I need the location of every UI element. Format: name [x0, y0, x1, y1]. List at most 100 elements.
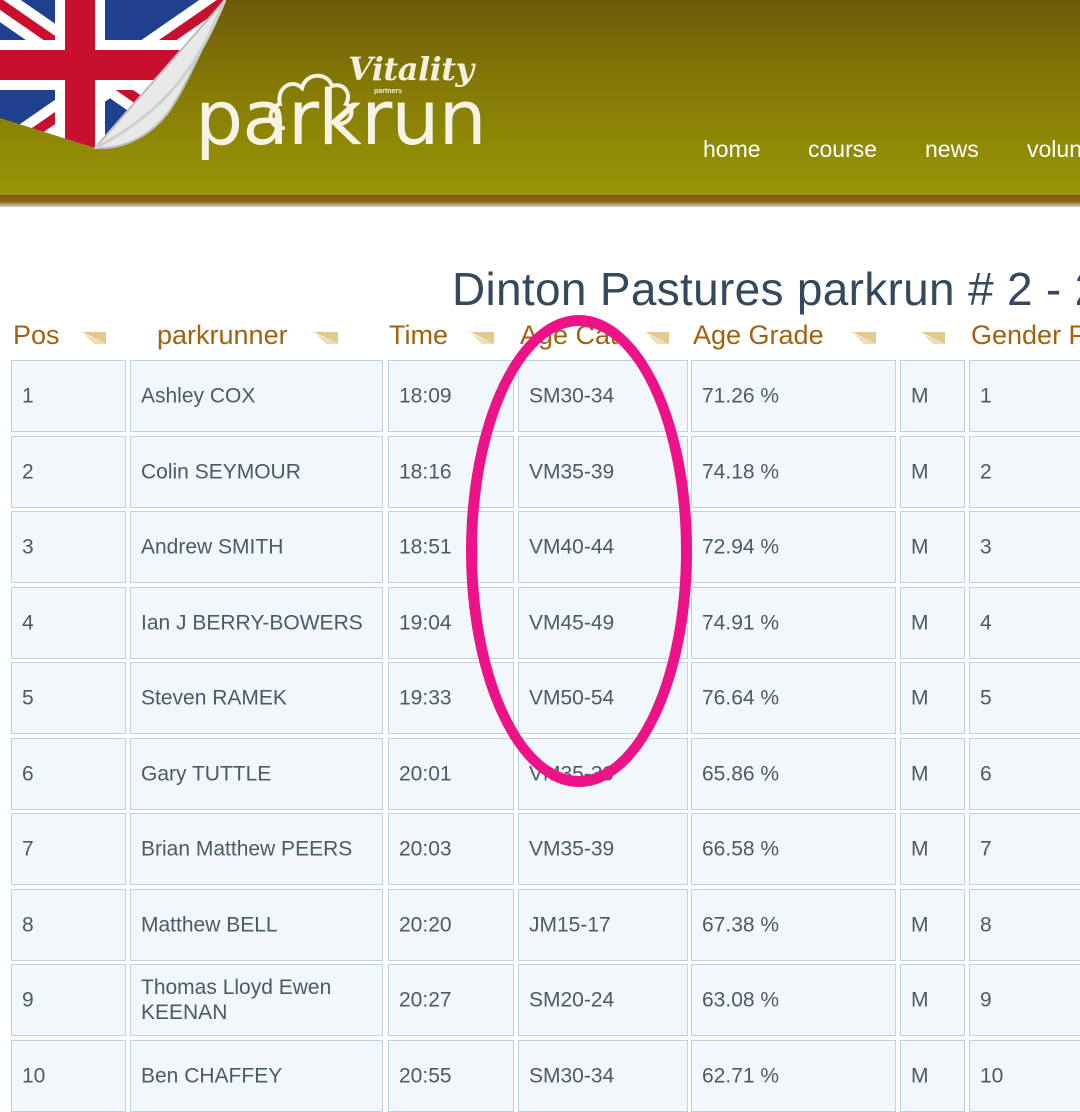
cell-parkrunner[interactable]: Andrew SMITH	[130, 511, 383, 583]
cell-gender: M	[900, 737, 965, 810]
cell-gender-position-text: 7	[980, 837, 992, 861]
cell-pos-text: 5	[22, 686, 34, 710]
sort-icon[interactable]	[921, 330, 945, 346]
cell-gender-position: 1	[969, 360, 1080, 432]
cell-age-grade: 72.94 %	[691, 511, 896, 583]
cell-age-cat: VM45-49	[518, 586, 688, 659]
cell-pos-text: 8	[22, 913, 34, 936]
cell-age-cat: VM35-39	[518, 813, 688, 885]
cell-gender-text: M	[911, 686, 929, 710]
cell-age-grade-text: 67.38 %	[702, 913, 780, 936]
cell-time-text: 19:04	[399, 611, 452, 634]
cell-time-text: 20:55	[399, 1064, 452, 1087]
cell-parkrunner[interactable]: Ian J BERRY-BOWERS	[130, 586, 383, 659]
cell-age-grade-text: 76.64 %	[702, 686, 780, 710]
cell-pos: 10	[11, 1039, 126, 1112]
cell-age-cat-text: VM35-39	[529, 837, 615, 861]
cell-age-grade: 67.38 %	[691, 888, 896, 961]
table-row: 2 Colin SEYMOUR 18:16 VM35-39 74.18 % M 2	[0, 435, 1080, 508]
sort-icon[interactable]	[645, 330, 669, 346]
cell-age-cat: SM20-24	[518, 964, 688, 1036]
cell-age-cat-text: JM15-17	[529, 913, 611, 936]
cell-pos: 5	[11, 662, 126, 734]
cell-gender-text: M	[911, 1064, 929, 1087]
cell-gender-position: 10	[969, 1039, 1080, 1112]
cell-gender: M	[900, 360, 965, 432]
column-header-age-grade[interactable]: Age Grade	[693, 320, 824, 356]
cell-parkrunner-text: Ashley COX	[141, 384, 256, 408]
cell-gender: M	[900, 1039, 965, 1112]
cell-gender-position-text: 2	[980, 460, 992, 483]
cell-pos-text: 7	[22, 837, 34, 861]
column-header-parkrunner[interactable]: parkrunner	[157, 320, 288, 356]
cell-age-grade: 62.71 %	[691, 1039, 896, 1112]
cell-parkrunner[interactable]: Brian Matthew PEERS	[130, 813, 383, 885]
cell-pos: 2	[11, 435, 126, 508]
cell-pos-text: 3	[22, 535, 34, 559]
cell-time: 18:09	[388, 360, 514, 432]
cell-time-text: 18:51	[399, 535, 452, 559]
cell-age-grade: 76.64 %	[691, 662, 896, 734]
sort-icon[interactable]	[82, 330, 106, 346]
table-row: 3 Andrew SMITH 18:51 VM40-44 72.94 % M 3	[0, 511, 1080, 583]
cell-pos-text: 4	[22, 611, 34, 634]
cell-gender-position-text: 3	[980, 535, 992, 559]
cell-gender-text: M	[911, 535, 929, 559]
cell-gender: M	[900, 435, 965, 508]
cell-gender-position: 3	[969, 511, 1080, 583]
cell-parkrunner-text: Andrew SMITH	[141, 535, 284, 559]
cell-parkrunner[interactable]: Steven RAMEK	[130, 662, 383, 734]
cell-gender-text: M	[911, 988, 929, 1012]
cell-time: 20:27	[388, 964, 514, 1036]
cell-pos: 4	[11, 586, 126, 659]
column-header-pos[interactable]: Pos	[13, 320, 60, 356]
cell-time-text: 20:20	[399, 913, 452, 936]
sort-icon[interactable]	[852, 330, 876, 346]
cell-parkrunner[interactable]: Gary TUTTLE	[130, 737, 383, 810]
cell-gender-position-text: 9	[980, 988, 992, 1012]
cell-age-grade: 74.18 %	[691, 435, 896, 508]
main-nav: home course news volun	[0, 136, 1080, 166]
header-divider	[0, 195, 1080, 207]
cell-age-cat: VM35-39	[518, 737, 688, 810]
cell-age-grade-text: 74.91 %	[702, 611, 780, 634]
cell-age-grade-text: 66.58 %	[702, 837, 780, 861]
cell-parkrunner-text: Thomas Lloyd Ewen KEENAN	[141, 976, 332, 1024]
cell-gender-position-text: 8	[980, 913, 992, 936]
cell-parkrunner[interactable]: Colin SEYMOUR	[130, 435, 383, 508]
cell-parkrunner[interactable]: Ben CHAFFEY	[130, 1039, 383, 1112]
table-row: 6 Gary TUTTLE 20:01 VM35-39 65.86 % M 6	[0, 737, 1080, 810]
nav-home[interactable]: home	[703, 136, 761, 163]
cell-parkrunner[interactable]: Thomas Lloyd Ewen KEENAN	[130, 964, 383, 1036]
cell-age-grade: 65.86 %	[691, 737, 896, 810]
cell-gender-position: 2	[969, 435, 1080, 508]
cell-time-text: 20:01	[399, 762, 452, 785]
cell-gender-position-text: 6	[980, 762, 992, 785]
nav-course[interactable]: course	[808, 136, 877, 163]
cell-age-grade-text: 72.94 %	[702, 535, 780, 559]
cell-gender: M	[900, 586, 965, 659]
column-header-gender-position[interactable]: Gender P	[971, 320, 1080, 356]
cell-pos-text: 10	[22, 1064, 46, 1087]
cell-pos: 7	[11, 813, 126, 885]
table-row: 4 Ian J BERRY-BOWERS 19:04 VM45-49 74.91 % M 4	[0, 586, 1080, 659]
cell-gender-text: M	[911, 837, 929, 861]
sort-icon[interactable]	[470, 330, 494, 346]
column-header-age-cat[interactable]: Age Cat	[520, 320, 618, 356]
column-header-time[interactable]: Time	[389, 320, 448, 356]
cell-gender-position-text: 10	[980, 1064, 1004, 1087]
cell-time: 18:16	[388, 435, 514, 508]
cell-age-cat: SM30-34	[518, 360, 688, 432]
cell-age-cat: VM40-44	[518, 511, 688, 583]
nav-news[interactable]: news	[925, 136, 979, 163]
cell-time: 20:03	[388, 813, 514, 885]
cell-parkrunner[interactable]: Ashley COX	[130, 360, 383, 432]
cell-gender-position-text: 1	[980, 384, 992, 408]
cell-time: 20:20	[388, 888, 514, 961]
cell-age-cat-text: VM40-44	[529, 535, 615, 559]
cell-gender-position-text: 4	[980, 611, 992, 634]
cell-parkrunner[interactable]: Matthew BELL	[130, 888, 383, 961]
nav-volunteer[interactable]: volun	[1027, 136, 1080, 163]
cell-time-text: 18:16	[399, 460, 452, 483]
sort-icon[interactable]	[314, 330, 338, 346]
